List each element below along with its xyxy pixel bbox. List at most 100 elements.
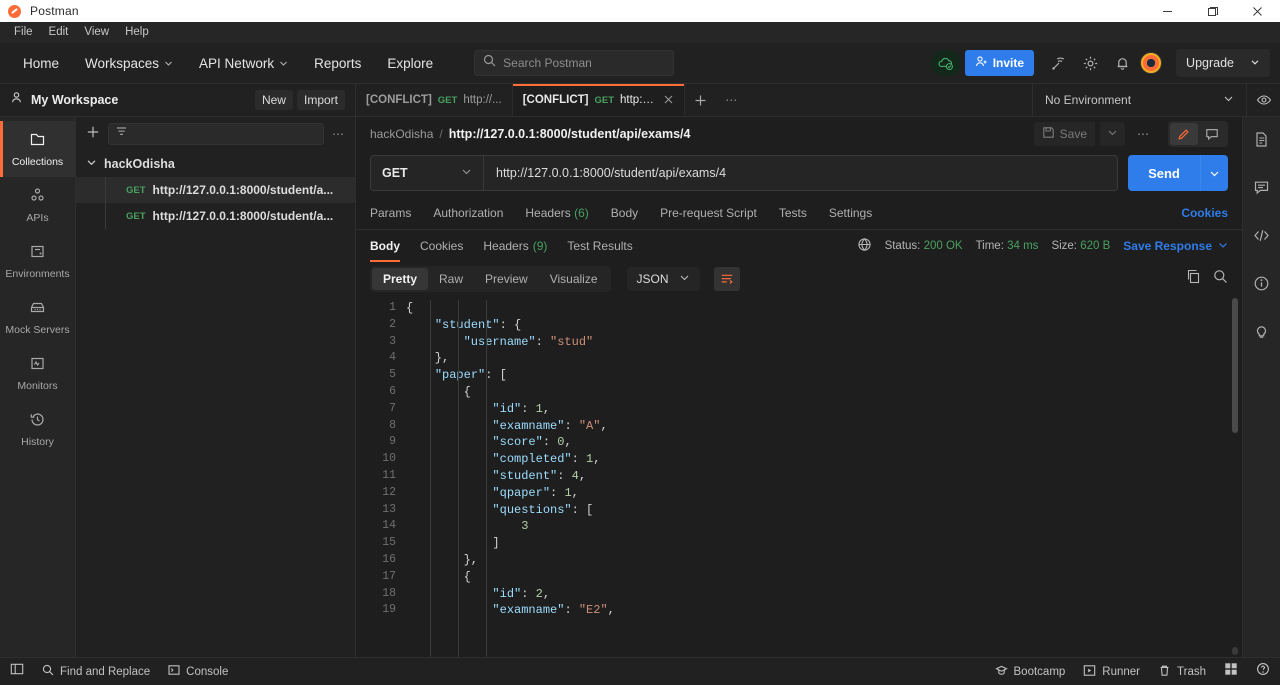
send-button[interactable]: Send: [1128, 155, 1200, 191]
send-dropdown-icon[interactable]: [1200, 155, 1228, 191]
info-icon[interactable]: [1253, 275, 1270, 297]
lightbulb-icon[interactable]: [1253, 323, 1270, 345]
nav-workspaces[interactable]: Workspaces: [72, 56, 186, 71]
content-type-label: JSON: [636, 272, 669, 286]
scrollbar-thumb[interactable]: [1232, 298, 1238, 433]
sidebar-toggle-icon[interactable]: [10, 662, 24, 681]
maximize-icon[interactable]: [1190, 0, 1235, 22]
wrap-lines-icon[interactable]: [713, 267, 740, 291]
list-item[interactable]: GET http://127.0.0.1:8000/student/a...: [76, 203, 355, 229]
environment-selector[interactable]: No Environment: [1032, 84, 1246, 116]
format-group: Pretty Raw Preview Visualize: [370, 266, 611, 292]
response-body-viewer[interactable]: 1 2 3 4 5 6 7 8 9 10 11 12 13 14 15 16 17 18 19 { "student…: [356, 296, 1242, 657]
sidebar-item-history[interactable]: History: [0, 401, 75, 457]
import-button[interactable]: Import: [296, 90, 345, 110]
json-body-text: { "student": { "username": "stud" }, "pa…: [406, 301, 615, 618]
help-icon[interactable]: [1256, 662, 1270, 681]
tab-options-icon[interactable]: ⋯: [717, 84, 747, 116]
minimize-icon[interactable]: [1145, 0, 1190, 22]
tab-body[interactable]: Body: [611, 206, 638, 220]
sidebar-item-environments[interactable]: Environments: [0, 233, 75, 289]
response-tab-test-results[interactable]: Test Results: [567, 230, 632, 262]
url-input[interactable]: http://127.0.0.1:8000/student/api/exams/…: [483, 155, 1118, 191]
request-more-icon[interactable]: ⋯: [1130, 123, 1157, 145]
search-icon[interactable]: [1213, 269, 1228, 289]
request-tab-active[interactable]: [CONFLICT] GET http://...: [512, 84, 685, 116]
format-preview[interactable]: Preview: [474, 268, 539, 290]
upgrade-button[interactable]: Upgrade: [1176, 49, 1270, 77]
sidebar-item-monitors[interactable]: Monitors: [0, 345, 75, 401]
menu-file[interactable]: File: [6, 22, 41, 43]
tab-params[interactable]: Params: [370, 206, 411, 220]
add-collection-icon[interactable]: [86, 125, 100, 143]
request-tab[interactable]: [CONFLICT] GET http://...: [356, 84, 513, 116]
runner-button[interactable]: Runner: [1083, 664, 1140, 680]
new-tab-button[interactable]: [685, 84, 717, 116]
broadcast-icon[interactable]: [1044, 49, 1072, 77]
cloud-sync-icon[interactable]: [930, 50, 961, 76]
content-type-selector[interactable]: JSON: [626, 267, 700, 291]
comment-icon[interactable]: [1198, 123, 1226, 145]
documentation-icon[interactable]: [1253, 131, 1270, 153]
comments-icon[interactable]: [1253, 179, 1270, 201]
format-pretty[interactable]: Pretty: [372, 268, 429, 290]
save-button[interactable]: Save: [1033, 122, 1095, 146]
invite-button[interactable]: Invite: [964, 50, 1035, 76]
scrollbar-bottom[interactable]: [1232, 647, 1238, 655]
collection-row[interactable]: hackOdisha: [76, 151, 355, 177]
menu-edit[interactable]: Edit: [41, 22, 77, 43]
new-button[interactable]: New: [254, 90, 293, 110]
close-icon[interactable]: [663, 93, 674, 108]
response-tab-cookies[interactable]: Cookies: [420, 230, 463, 262]
find-and-replace-label: Find and Replace: [60, 665, 151, 678]
layout-grid-icon[interactable]: [1224, 662, 1238, 681]
workspace-buttons: New Import: [254, 90, 345, 110]
console-icon: [168, 664, 180, 679]
response-tab-headers[interactable]: Headers (9): [483, 230, 547, 262]
copy-icon[interactable]: [1186, 269, 1201, 289]
status-badge: Status: 200 OK: [885, 240, 963, 252]
sidebar-toolbar: ⋯: [76, 117, 355, 151]
close-icon[interactable]: [1235, 0, 1280, 22]
nav-home[interactable]: Home: [10, 56, 72, 71]
find-and-replace-button[interactable]: Find and Replace: [42, 664, 150, 679]
avatar[interactable]: [1140, 52, 1163, 74]
menu-help[interactable]: Help: [117, 22, 157, 43]
tab-tests[interactable]: Tests: [779, 206, 807, 220]
format-raw[interactable]: Raw: [428, 268, 474, 290]
sidebar-item-apis[interactable]: APIs: [0, 177, 75, 233]
tab-pre-request-script[interactable]: Pre-request Script: [660, 206, 757, 220]
sidebar-more-icon[interactable]: ⋯: [332, 127, 345, 141]
list-item[interactable]: GET http://127.0.0.1:8000/student/a...: [76, 177, 355, 203]
environment-quick-look-icon[interactable]: [1246, 84, 1280, 116]
bootcamp-button[interactable]: Bootcamp: [994, 664, 1065, 680]
save-dropdown-icon[interactable]: [1100, 122, 1125, 146]
menu-view[interactable]: View: [76, 22, 117, 43]
global-search[interactable]: [474, 50, 675, 76]
format-visualize[interactable]: Visualize: [539, 268, 609, 290]
method-selector[interactable]: GET: [370, 155, 483, 191]
sidebar-item-mock-servers[interactable]: Mock Servers: [0, 289, 75, 345]
scrollbar[interactable]: [1232, 298, 1238, 641]
edit-pencil-icon[interactable]: [1170, 123, 1198, 145]
response-tab-body[interactable]: Body: [370, 230, 400, 262]
nav-reports[interactable]: Reports: [301, 56, 374, 71]
runner-icon: [1083, 664, 1096, 680]
gear-icon[interactable]: [1076, 49, 1104, 77]
tab-pre-request-script-label: Pre-request Script: [660, 206, 757, 220]
trash-button[interactable]: Trash: [1158, 664, 1206, 680]
save-response-button[interactable]: Save Response: [1123, 239, 1228, 253]
tab-headers[interactable]: Headers (6): [525, 206, 588, 220]
bell-icon[interactable]: [1108, 49, 1136, 77]
cookies-link[interactable]: Cookies: [1181, 206, 1228, 220]
console-button[interactable]: Console: [168, 664, 228, 679]
search-input[interactable]: [503, 56, 666, 70]
tab-authorization[interactable]: Authorization: [433, 206, 503, 220]
sidebar-item-collections[interactable]: Collections: [0, 121, 75, 177]
code-snippet-icon[interactable]: [1253, 227, 1270, 249]
nav-api-network[interactable]: API Network: [186, 56, 301, 71]
sidebar-filter-input[interactable]: [108, 123, 324, 145]
tab-settings[interactable]: Settings: [829, 206, 872, 220]
breadcrumb-collection[interactable]: hackOdisha: [370, 127, 433, 141]
nav-explore[interactable]: Explore: [374, 56, 446, 71]
